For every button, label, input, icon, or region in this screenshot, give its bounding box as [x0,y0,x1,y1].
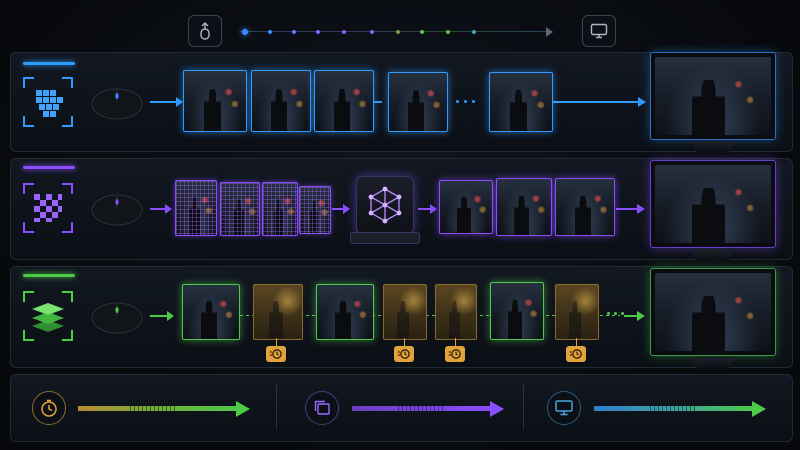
row-arrow-head [167,311,174,321]
flow-dot [420,30,424,34]
rendered-frame [251,70,311,132]
row-arrow-head [343,204,350,214]
mouse-input-icon [200,22,210,40]
flow-dot [268,30,272,34]
timer-badge [445,346,465,362]
row-accent-line [23,166,75,169]
row-arrow [150,315,168,317]
display-monitor [650,160,776,261]
summary-arrow-texture [398,405,443,411]
row-arrow-head [165,204,172,214]
summary-icon-display [547,391,581,425]
timer-badge [394,346,414,362]
row-arrow [553,101,639,103]
divider [276,384,277,430]
flow-dot [316,30,320,34]
mouse-icon [91,194,143,226]
neural-network-icon [368,186,402,224]
flow-dot [446,30,450,34]
row-arrow-head [176,97,183,107]
flow-dot [292,30,296,34]
summary-arrow-texture [130,405,175,411]
display-monitor [650,52,776,153]
row-arrow-head [637,311,645,321]
row-arrow-head [638,97,646,107]
rendered-frame [182,284,240,340]
summary-icon-latency [32,391,66,425]
generated-frame [435,284,477,340]
rendered-frame [489,72,553,132]
rendered-frame [314,70,374,132]
mouse-icon [91,302,143,334]
timer-icon [269,349,282,359]
divider [523,384,524,430]
rendered-frame [490,282,544,340]
flow-dot [342,30,346,34]
generated-frame [383,284,427,340]
monitor-icon [590,23,608,39]
low-res-frame [299,186,331,234]
row-arrow-head [637,204,645,214]
layered-frames-icon [314,400,330,415]
mouse-icon [91,88,143,120]
stacked-layers-icon [23,291,73,341]
flow-dot [396,30,400,34]
rendered-frame [316,284,374,340]
timer-badge [566,346,586,362]
low-res-frame [175,180,217,236]
rendered-frame [388,72,448,132]
summary-arrow-head [752,401,766,417]
low-res-frame [220,182,260,236]
checker-grid-icon [23,183,73,233]
summary-arrow-texture [650,405,695,411]
row-arrow-head [430,204,437,214]
ai-processor-base [350,232,420,244]
display-monitor [650,268,776,369]
row-arrow [624,315,638,317]
generated-frame [253,284,303,340]
summary-icon-frames [305,391,339,425]
flow-dot [242,29,248,35]
upscaled-frame [439,180,493,234]
low-res-frame [262,182,298,236]
display-box [582,15,616,47]
row-arrow [150,101,176,103]
row-arrow [616,208,638,210]
flow-dot [472,30,476,34]
flow-arrow-head [546,27,553,37]
monitor-icon [555,400,573,416]
row-arrow [374,101,382,103]
row-accent-line [23,274,75,277]
generated-frame [555,284,599,340]
row-accent-line [23,62,75,65]
timer-icon [569,349,582,359]
timer-icon [397,349,410,359]
speed-clock-icon [41,399,57,417]
timer-icon [448,349,461,359]
upscaled-frame [555,178,615,236]
cube-blocks-icon [23,77,73,127]
summary-arrow-head [490,401,504,417]
mouse-input-box [188,15,222,47]
rendered-frame [183,70,247,132]
row-arrow [150,208,166,210]
input-to-display-flow [240,27,558,37]
flow-dot [370,30,374,34]
timer-badge [266,346,286,362]
ai-processor-chip [356,176,414,234]
upscaled-frame [496,178,552,236]
summary-arrow-head [236,401,250,417]
